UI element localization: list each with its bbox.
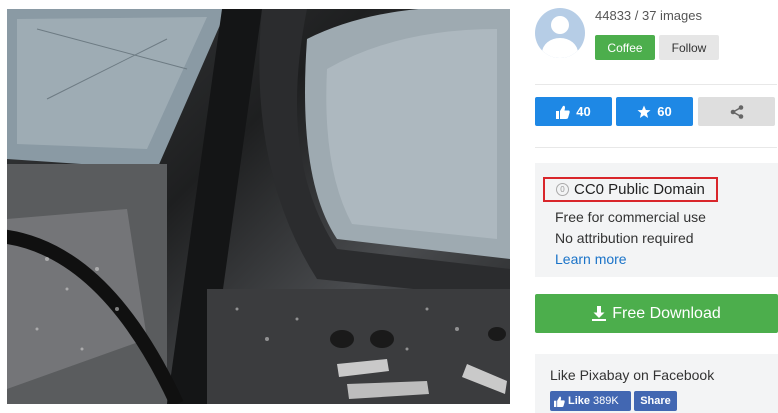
facebook-like-button[interactable]: Like 389K (550, 391, 631, 411)
license-title: CC0 Public Domain (574, 181, 705, 198)
avatar-head-shape (551, 16, 569, 34)
divider (535, 84, 777, 85)
download-icon (592, 306, 607, 321)
favorite-count: 60 (657, 104, 672, 119)
user-stats: 44833 / 37 images (595, 8, 702, 23)
license-card: 0 CC0 Public Domain Free for commercial … (535, 163, 778, 277)
learn-more-link[interactable]: Learn more (555, 251, 627, 267)
coffee-button[interactable]: Coffee (595, 35, 655, 60)
like-count: 40 (576, 104, 591, 119)
facebook-text: Like Pixabay on Facebook (550, 367, 715, 383)
thumbs-up-icon (554, 396, 565, 407)
avatar-body-shape (542, 38, 578, 58)
share-button[interactable] (698, 97, 775, 126)
star-icon (637, 105, 651, 118)
favorite-button[interactable]: 60 (616, 97, 693, 126)
download-label: Free Download (612, 304, 721, 322)
facebook-like-count: 389K (593, 395, 619, 407)
follow-button[interactable]: Follow (659, 35, 719, 60)
license-line-attribution: No attribution required (555, 230, 694, 246)
car-door-photo (7, 9, 510, 404)
main-photo[interactable] (7, 9, 510, 404)
user-avatar[interactable] (535, 8, 585, 58)
facebook-like-label: Like (568, 395, 591, 407)
license-line-commercial: Free for commercial use (555, 209, 706, 225)
license-title-highlight[interactable]: 0 CC0 Public Domain (543, 177, 718, 202)
divider (535, 147, 777, 148)
like-button[interactable]: 40 (535, 97, 612, 126)
thumbs-up-icon (556, 105, 570, 119)
share-icon (730, 104, 743, 119)
cc0-icon: 0 (556, 183, 569, 196)
facebook-card: Like Pixabay on Facebook Like 389K Share (535, 354, 778, 413)
free-download-button[interactable]: Free Download (535, 294, 778, 333)
facebook-share-button[interactable]: Share (634, 391, 677, 411)
